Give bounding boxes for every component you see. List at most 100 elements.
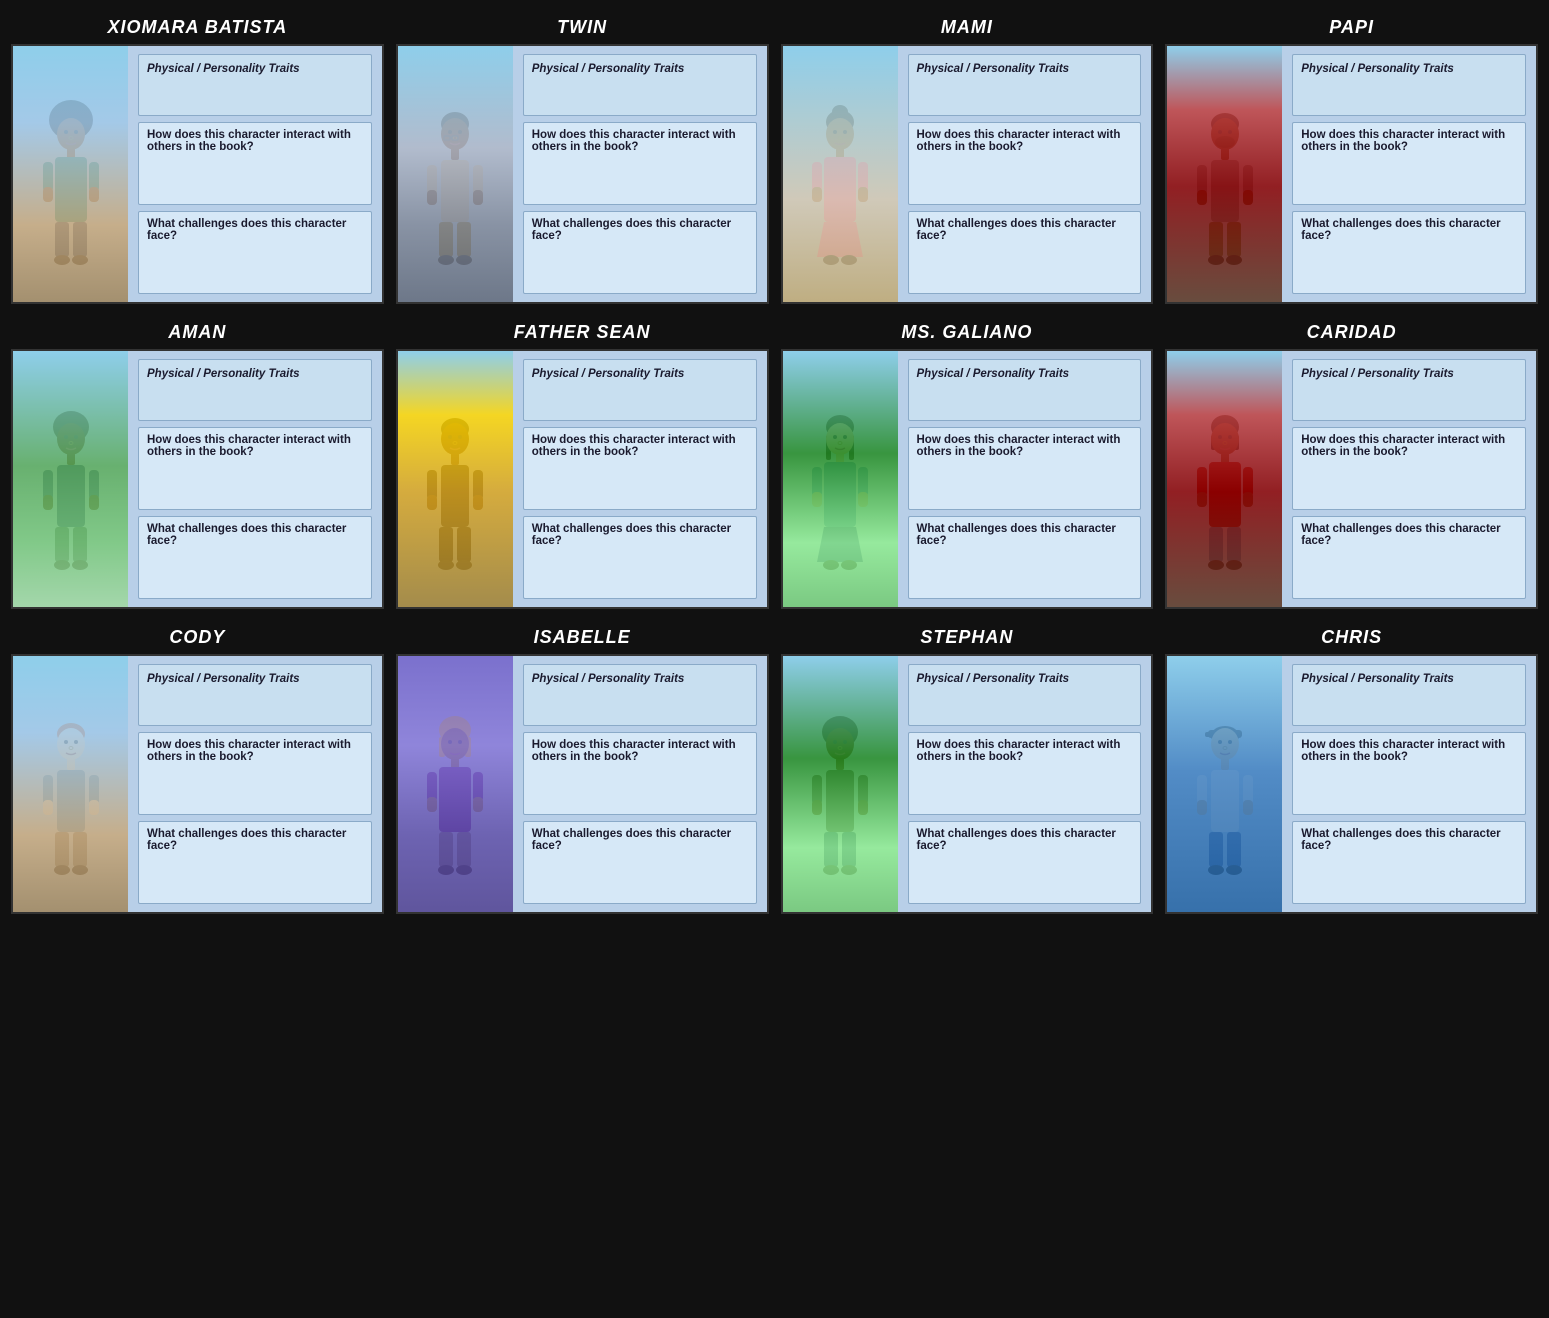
interact-section: How does this character interact with ot…: [1292, 427, 1526, 510]
interact-section: How does this character interact with ot…: [138, 122, 372, 205]
character-image: [13, 351, 128, 607]
traits-section: Physical / Personality Traits: [908, 54, 1142, 116]
interact-section: How does this character interact with ot…: [1292, 122, 1526, 205]
character-image: [1167, 656, 1282, 912]
interact-section: How does this character interact with ot…: [138, 427, 372, 510]
challenges-section: What challenges does this character face…: [1292, 821, 1526, 904]
interact-section: How does this character interact with ot…: [908, 427, 1142, 510]
character-name: XIOMARA BATISTA: [11, 11, 384, 44]
character-card: ISABELLE: [393, 618, 772, 917]
character-image: [398, 656, 513, 912]
interact-label: How does this character interact with ot…: [147, 129, 351, 153]
traits-section: Physical / Personality Traits: [138, 664, 372, 726]
challenges-section: What challenges does this character face…: [908, 821, 1142, 904]
character-grid: XIOMARA BATISTA: [8, 8, 1541, 917]
character-card: CARIDAD: [1162, 313, 1541, 612]
traits-section: Physical / Personality Traits: [523, 359, 757, 421]
challenges-label: What challenges does this character face…: [147, 828, 346, 852]
challenges-label: What challenges does this character face…: [1301, 828, 1500, 852]
traits-label: Physical / Personality Traits: [917, 63, 1070, 75]
traits-label: Physical / Personality Traits: [1301, 368, 1454, 380]
traits-section: Physical / Personality Traits: [908, 359, 1142, 421]
traits-section: Physical / Personality Traits: [138, 54, 372, 116]
challenges-label: What challenges does this character face…: [147, 218, 346, 242]
card-content: Physical / Personality Traits How does t…: [898, 351, 1152, 607]
challenges-label: What challenges does this character face…: [917, 828, 1116, 852]
character-image: [398, 351, 513, 607]
traits-section: Physical / Personality Traits: [1292, 359, 1526, 421]
challenges-label: What challenges does this character face…: [917, 523, 1116, 547]
character-image: [1167, 351, 1282, 607]
challenges-section: What challenges does this character face…: [908, 516, 1142, 599]
traits-label: Physical / Personality Traits: [147, 368, 300, 380]
interact-section: How does this character interact with ot…: [138, 732, 372, 815]
interact-label: How does this character interact with ot…: [1301, 739, 1505, 763]
interact-section: How does this character interact with ot…: [523, 427, 757, 510]
traits-section: Physical / Personality Traits: [523, 664, 757, 726]
character-image: [398, 46, 513, 302]
traits-label: Physical / Personality Traits: [532, 63, 685, 75]
character-card: CHRIS: [1162, 618, 1541, 917]
card-content: Physical / Personality Traits How does t…: [1282, 656, 1536, 912]
interact-label: How does this character interact with ot…: [1301, 129, 1505, 153]
challenges-section: What challenges does this character face…: [523, 516, 757, 599]
traits-section: Physical / Personality Traits: [138, 359, 372, 421]
character-name: STEPHAN: [781, 621, 1154, 654]
character-name: PAPI: [1165, 11, 1538, 44]
card-content: Physical / Personality Traits How does t…: [128, 656, 382, 912]
interact-label: How does this character interact with ot…: [532, 434, 736, 458]
character-card: FATHER SEAN: [393, 313, 772, 612]
traits-section: Physical / Personality Traits: [523, 54, 757, 116]
traits-label: Physical / Personality Traits: [532, 368, 685, 380]
card-content: Physical / Personality Traits How does t…: [513, 46, 767, 302]
character-image: [1167, 46, 1282, 302]
card-content: Physical / Personality Traits How does t…: [128, 46, 382, 302]
card-content: Physical / Personality Traits How does t…: [128, 351, 382, 607]
interact-label: How does this character interact with ot…: [917, 434, 1121, 458]
character-name: TWIN: [396, 11, 769, 44]
challenges-label: What challenges does this character face…: [532, 218, 731, 242]
character-card: PAPI: [1162, 8, 1541, 307]
challenges-label: What challenges does this character face…: [532, 523, 731, 547]
challenges-section: What challenges does this character face…: [523, 211, 757, 294]
challenges-section: What challenges does this character face…: [908, 211, 1142, 294]
traits-label: Physical / Personality Traits: [147, 673, 300, 685]
challenges-section: What challenges does this character face…: [138, 516, 372, 599]
character-name: MS. GALIANO: [781, 316, 1154, 349]
character-card: XIOMARA BATISTA: [8, 8, 387, 307]
card-content: Physical / Personality Traits How does t…: [898, 656, 1152, 912]
character-name: CODY: [11, 621, 384, 654]
traits-section: Physical / Personality Traits: [1292, 664, 1526, 726]
challenges-label: What challenges does this character face…: [1301, 523, 1500, 547]
challenges-section: What challenges does this character face…: [138, 821, 372, 904]
card-content: Physical / Personality Traits How does t…: [898, 46, 1152, 302]
traits-label: Physical / Personality Traits: [1301, 673, 1454, 685]
character-card: TWIN: [393, 8, 772, 307]
card-content: Physical / Personality Traits How does t…: [1282, 46, 1536, 302]
card-content: Physical / Personality Traits How does t…: [513, 351, 767, 607]
interact-label: How does this character interact with ot…: [917, 129, 1121, 153]
character-image: [783, 351, 898, 607]
character-name: ISABELLE: [396, 621, 769, 654]
character-card: MS. GALIANO: [778, 313, 1157, 612]
character-card: STEPHAN: [778, 618, 1157, 917]
character-card: MAMI: [778, 8, 1157, 307]
card-content: Physical / Personality Traits How does t…: [513, 656, 767, 912]
challenges-label: What challenges does this character face…: [917, 218, 1116, 242]
interact-section: How does this character interact with ot…: [523, 122, 757, 205]
challenges-section: What challenges does this character face…: [523, 821, 757, 904]
character-image: [13, 46, 128, 302]
challenges-label: What challenges does this character face…: [532, 828, 731, 852]
traits-label: Physical / Personality Traits: [147, 63, 300, 75]
challenges-label: What challenges does this character face…: [147, 523, 346, 547]
interact-label: How does this character interact with ot…: [532, 129, 736, 153]
interact-label: How does this character interact with ot…: [917, 739, 1121, 763]
character-name: CHRIS: [1165, 621, 1538, 654]
character-image: [13, 656, 128, 912]
traits-label: Physical / Personality Traits: [917, 368, 1070, 380]
character-name: FATHER SEAN: [396, 316, 769, 349]
character-image: [783, 656, 898, 912]
character-image: [783, 46, 898, 302]
character-name: AMAN: [11, 316, 384, 349]
card-content: Physical / Personality Traits How does t…: [1282, 351, 1536, 607]
